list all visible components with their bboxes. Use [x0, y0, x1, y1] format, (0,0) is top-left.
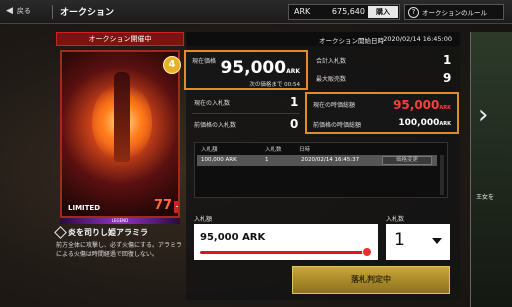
- card-detail-arrow-icon[interactable]: →: [174, 201, 178, 213]
- change-price-button[interactable]: 価格変更: [382, 156, 432, 165]
- bid-history-table: 入札額 入札数 日時 100,000 ARK 1 2020/02/14 16:4…: [194, 142, 448, 198]
- help-icon: ?: [408, 6, 419, 18]
- rules-button[interactable]: ? オークションのルール: [404, 4, 504, 20]
- back-button[interactable]: ◀ 戻る: [6, 6, 31, 16]
- current-bids-value: 1: [290, 95, 299, 109]
- card-image[interactable]: LIMITED 77 →: [60, 50, 180, 218]
- bid-quantity-label: 入札数: [386, 216, 405, 223]
- divider-line: [192, 113, 300, 114]
- current-bids-label: 現在の入札数: [194, 100, 231, 107]
- next-price-timer: 次の価格まで 00:54: [249, 82, 300, 88]
- bid-status-button[interactable]: 落札判定中: [292, 266, 450, 294]
- table-header: 入札額 入札数 日時: [195, 143, 449, 153]
- limited-tag: LIMITED: [68, 204, 101, 212]
- character-figure: [114, 72, 130, 162]
- current-price-value: 95,000ARK: [220, 58, 300, 78]
- card-name-row: 炎を司りし姫アラミラ: [54, 226, 148, 239]
- start-date-value: 2020/02/14 16:45:00: [383, 35, 452, 43]
- card-description: 前方全体に攻撃し、必ず火傷にする。アラミラによる火傷は時間経過で回復しない。: [56, 242, 183, 258]
- rarity-bar: LEGEND: [60, 218, 180, 224]
- prev-market-unit: ARK: [439, 121, 451, 127]
- bid-amount-input[interactable]: 95,000 ARK: [194, 224, 378, 260]
- row-datetime: 2020/02/14 16:45:37: [301, 157, 360, 163]
- currency-display: ARK 675,640 購入: [288, 4, 400, 20]
- current-price-label: 現在価格: [192, 58, 217, 65]
- current-price-box: 現在価格 95,000ARK 次の価格まで 00:54: [184, 50, 308, 90]
- bid-quantity-select[interactable]: 1: [386, 224, 450, 260]
- next-arrow-icon[interactable]: ›: [478, 100, 488, 130]
- diamond-icon: [54, 226, 67, 239]
- bid-slider-track[interactable]: [200, 251, 368, 254]
- column-header-datetime: 日時: [299, 147, 311, 153]
- back-arrow-icon: ◀: [6, 6, 13, 16]
- next-card-preview[interactable]: [470, 32, 512, 307]
- column-header-count: 入札数: [265, 147, 282, 153]
- market-total-label: 現在の時価総額: [313, 102, 356, 109]
- back-label: 戻る: [16, 7, 31, 15]
- rules-label: オークションのルール: [422, 9, 487, 17]
- row-count: 1: [265, 157, 269, 163]
- prev-market-label: 前価格の時価総額: [313, 122, 362, 129]
- top-bar: ◀ 戻る オークション ARK 675,640 購入 ? オークションのルール: [0, 0, 512, 24]
- prev-bids-value: 0: [290, 117, 299, 131]
- card-name: 炎を司りし姫アラミラ: [68, 228, 148, 237]
- chevron-down-icon: [432, 238, 442, 244]
- bid-amount-label: 入札額: [194, 216, 213, 223]
- market-total-value: 95,000ARK: [393, 98, 451, 112]
- current-price-unit: ARK: [286, 68, 300, 75]
- total-bids-value: 1: [443, 53, 452, 67]
- table-scrollbar[interactable]: [440, 155, 444, 195]
- currency-label: ARK: [294, 7, 311, 16]
- max-sales-value: 9: [443, 71, 452, 85]
- row-amount: 100,000 ARK: [201, 157, 237, 163]
- start-date-label: オークション開始日時: [319, 37, 384, 45]
- prev-bids-label: 前価格の入札数: [194, 122, 237, 129]
- auction-status-ribbon: オークション開催中: [56, 32, 184, 46]
- market-value-box: 現在の時価総額 95,000ARK 前価格の時価総額 100,000ARK: [305, 92, 459, 134]
- bid-quantity-value: 1: [394, 230, 405, 250]
- max-sales-label: 最大販売数: [316, 76, 347, 83]
- market-total-unit: ARK: [439, 105, 451, 111]
- table-row[interactable]: 100,000 ARK 1 2020/02/14 16:45:37 価格変更: [197, 155, 437, 166]
- buy-button[interactable]: 購入: [368, 6, 398, 18]
- prev-market-value: 100,000ARK: [398, 118, 451, 128]
- card-number: 77: [154, 198, 173, 213]
- count-badge: 4: [163, 56, 181, 74]
- page-title: オークション: [60, 8, 115, 18]
- next-card-text: 王女を: [476, 194, 495, 201]
- auction-header: オークション開始日時 2020/02/14 16:45:00: [186, 32, 460, 46]
- column-header-amount: 入札額: [201, 147, 218, 153]
- bid-slider-handle[interactable]: [362, 247, 372, 257]
- divider: [52, 5, 53, 19]
- total-bids-label: 合計入札数: [316, 58, 347, 65]
- bid-amount-value: 95,000 ARK: [200, 232, 266, 243]
- currency-value: 675,640: [331, 7, 365, 16]
